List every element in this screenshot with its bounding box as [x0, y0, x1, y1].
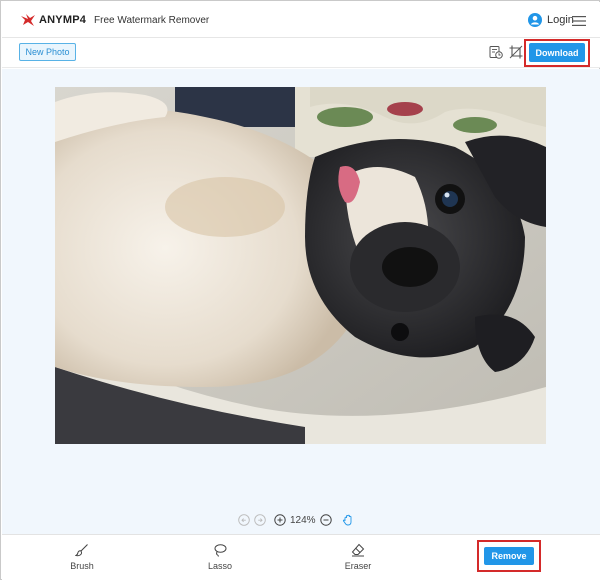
zoom-level: 124% [290, 514, 316, 526]
logo[interactable]: ANYMP4 Free Watermark Remover [20, 13, 209, 27]
zoom-out-icon[interactable] [319, 514, 332, 526]
eraser-tool[interactable]: Eraser [328, 543, 388, 571]
hand-pan-icon[interactable] [342, 514, 354, 526]
redo-icon[interactable] [254, 514, 266, 526]
header-bar: ANYMP4 Free Watermark Remover Login [2, 2, 600, 38]
photo-dog-icon [55, 87, 546, 444]
remove-button[interactable]: Remove [484, 547, 534, 565]
download-button[interactable]: Download [529, 43, 585, 62]
brand-name: ANYMP4 [39, 14, 87, 26]
eraser-label: Eraser [344, 561, 372, 571]
hamburger-menu-icon[interactable] [572, 15, 586, 27]
eraser-icon [351, 543, 365, 557]
brush-label: Brush [70, 561, 94, 571]
app-window: ANYMP4 Free Watermark Remover Login New … [0, 0, 600, 580]
edited-photo[interactable] [55, 87, 546, 444]
user-icon [528, 13, 542, 27]
app-title: Free Watermark Remover [94, 14, 210, 26]
lasso-icon [214, 544, 227, 557]
history-icon[interactable] [489, 45, 503, 59]
new-photo-button[interactable]: New Photo [19, 43, 76, 61]
login-label: Login [547, 14, 574, 26]
zoom-controls: 124% [238, 513, 358, 527]
anymp4-logo-icon [21, 14, 35, 26]
login-button[interactable]: Login [528, 13, 574, 27]
brush-tool[interactable]: Brush [52, 543, 112, 571]
bottom-toolbar: Brush Lasso Eraser Remove [2, 534, 600, 580]
top-toolbar: New Photo Download [2, 38, 600, 68]
undo-icon[interactable] [238, 514, 250, 526]
lasso-tool[interactable]: Lasso [190, 543, 250, 571]
zoom-in-icon[interactable] [274, 514, 286, 526]
lasso-label: Lasso [207, 561, 233, 571]
brush-icon [75, 544, 88, 557]
crop-icon[interactable] [509, 45, 523, 59]
